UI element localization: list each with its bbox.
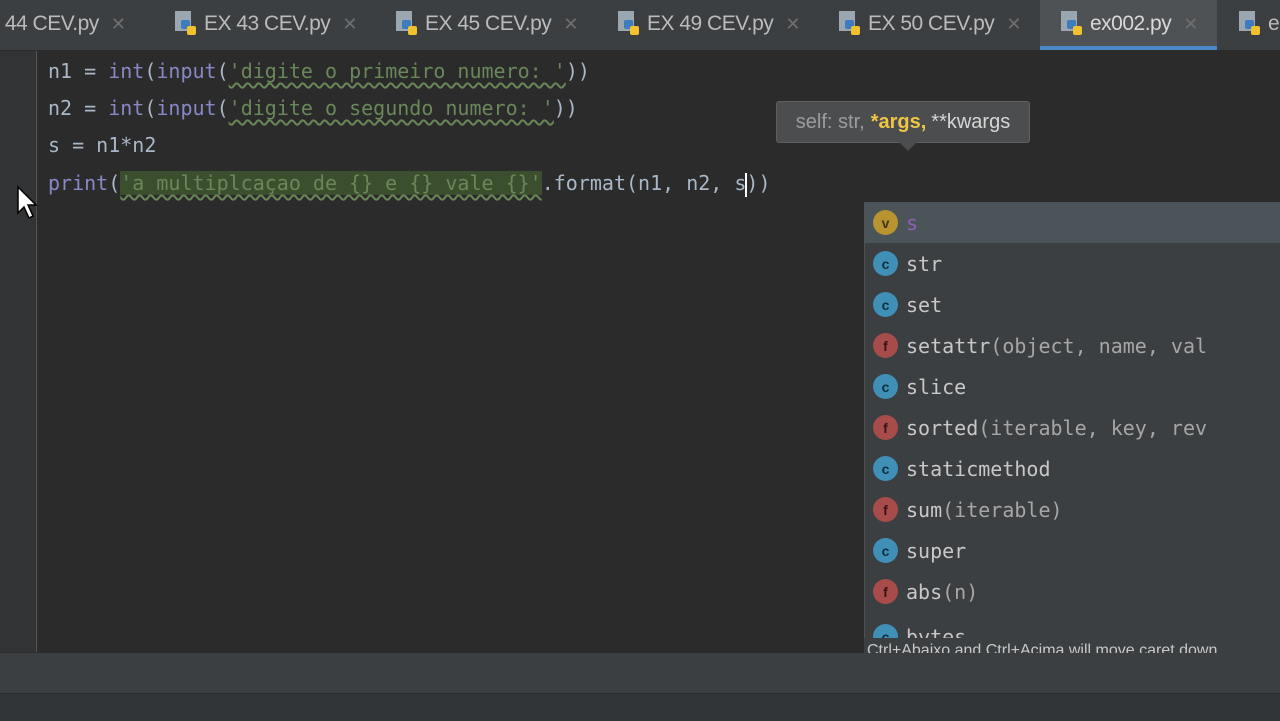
builtin-print: print (48, 171, 109, 195)
completion-name: slice (906, 374, 967, 399)
tab-ex002-active[interactable]: ex002.py ✕ (1040, 0, 1217, 50)
completion-item[interactable]: c str (865, 243, 1280, 284)
tab-label: EX 49 CEV.py (647, 12, 774, 35)
completion-item[interactable]: c staticmethod (865, 448, 1280, 489)
paren: )) (553, 96, 578, 120)
close-icon[interactable]: ✕ (1006, 14, 1021, 35)
code-line-1[interactable]: n1 = int(input('digite o primeiro numero… (48, 56, 590, 86)
close-icon[interactable]: ✕ (342, 14, 357, 35)
completion-name: sum (906, 497, 943, 522)
variable-icon: v (873, 210, 898, 235)
tab-label: EX 43 CEV.py (204, 12, 331, 35)
class-icon: c (873, 374, 898, 399)
completion-item[interactable]: f setattr (object, name, val (865, 325, 1280, 366)
completion-name: sorted (906, 415, 979, 440)
paren: ( (144, 96, 157, 120)
tab-ex45[interactable]: EX 45 CEV.py ✕ (393, 0, 593, 48)
completion-item[interactable]: c super (865, 530, 1280, 571)
close-icon[interactable]: ✕ (785, 14, 800, 35)
python-file-icon (1061, 11, 1082, 35)
editor-gutter[interactable] (0, 51, 37, 652)
close-icon[interactable]: ✕ (1183, 14, 1198, 35)
tab-label: X 44 CEV.py (0, 12, 99, 35)
code-text: n2 = (48, 96, 109, 120)
code-line-4[interactable]: print('a multiplcaçao de {} e {} vale {}… (48, 168, 771, 198)
python-file-icon (839, 11, 860, 35)
completion-item[interactable]: f abs (n) (865, 571, 1280, 612)
builtin-input: input (156, 96, 217, 120)
param-hint-prefix: self: str, (795, 110, 865, 133)
function-icon: f (873, 333, 898, 358)
completion-item[interactable]: c set (865, 284, 1280, 325)
mouse-pointer-icon (17, 185, 38, 220)
completion-name: super (906, 538, 967, 563)
completion-item[interactable]: f sum (iterable) (865, 489, 1280, 530)
completion-params: (iterable) (942, 497, 1063, 522)
completion-item[interactable]: c slice (865, 366, 1280, 407)
paren: )) (565, 59, 590, 83)
completion-name: set (906, 292, 943, 317)
code-line-2[interactable]: n2 = int(input('digite o segundo numero:… (48, 93, 578, 123)
string-literal: 'digite o primeiro numero: ' (228, 59, 566, 83)
string-literal-highlighted: 'a multiplcaçao de {} e {} vale {}' (120, 171, 542, 195)
completion-params: (iterable, key, rev (978, 415, 1208, 440)
string-literal: 'digite o segundo numero: ' (228, 96, 554, 120)
paren: ( (108, 171, 121, 195)
tab-ex43[interactable]: EX 43 CEV.py ✕ (172, 0, 372, 48)
python-file-icon (618, 11, 639, 35)
param-hint-rest: **kwargs (931, 110, 1011, 133)
completion-name: s (906, 210, 919, 235)
tab-label: ex002.py (1090, 12, 1172, 35)
tab-ex50[interactable]: EX 50 CEV.py ✕ (836, 0, 1036, 48)
code-text: s = n1*n2 (48, 133, 157, 157)
class-icon: c (873, 456, 898, 481)
code-completion-popup[interactable]: v s c str c set f setattr (object, name, … (864, 202, 1280, 664)
paren: ( (144, 59, 157, 83)
paren: ( (216, 59, 229, 83)
python-file-icon (396, 11, 417, 35)
completion-name: str (906, 251, 943, 276)
builtin-int: int (108, 59, 145, 83)
tab-label: EX 50 CEV.py (868, 12, 995, 35)
tab-ex49[interactable]: EX 49 CEV.py ✕ (615, 0, 815, 48)
completion-params: (object, name, val (990, 333, 1208, 358)
class-icon: c (873, 292, 898, 317)
close-icon[interactable]: ✕ (563, 14, 578, 35)
editor-tab-bar: X 44 CEV.py ✕ EX 43 CEV.py ✕ EX 45 CEV.p… (0, 0, 1280, 51)
class-icon: c (873, 251, 898, 276)
function-icon: f (873, 497, 898, 522)
builtin-int: int (108, 96, 145, 120)
tab-ex44[interactable]: X 44 CEV.py ✕ (0, 0, 154, 48)
code-line-3[interactable]: s = n1*n2 (48, 130, 156, 160)
param-hint-current: *args, (870, 110, 927, 133)
bottom-tool-panel (0, 653, 1280, 693)
status-bar (0, 693, 1280, 721)
python-file-icon (175, 11, 196, 35)
code-text: n1 = (48, 59, 109, 83)
tab-label: EX 45 CEV.py (425, 12, 552, 35)
completion-name: abs (906, 579, 943, 604)
tab-label: e (1268, 12, 1280, 35)
completion-item[interactable]: f sorted (iterable, key, rev (865, 407, 1280, 448)
paren: )) (746, 171, 771, 195)
completion-params: (n) (942, 579, 979, 604)
function-icon: f (873, 415, 898, 440)
builtin-input: input (156, 59, 217, 83)
parameter-info-tooltip: self: str, *args, **kwargs (776, 101, 1030, 151)
python-file-icon (1239, 11, 1260, 35)
paren: ( (216, 96, 229, 120)
format-call: .format(n1, n2, (541, 171, 735, 195)
function-icon: f (873, 579, 898, 604)
class-icon: c (873, 538, 898, 563)
completion-name: setattr (906, 333, 991, 358)
completion-item[interactable]: v s (865, 202, 1280, 243)
tab-next[interactable]: e (1236, 0, 1280, 48)
completion-name: staticmethod (906, 456, 1051, 481)
close-icon[interactable]: ✕ (111, 14, 126, 35)
